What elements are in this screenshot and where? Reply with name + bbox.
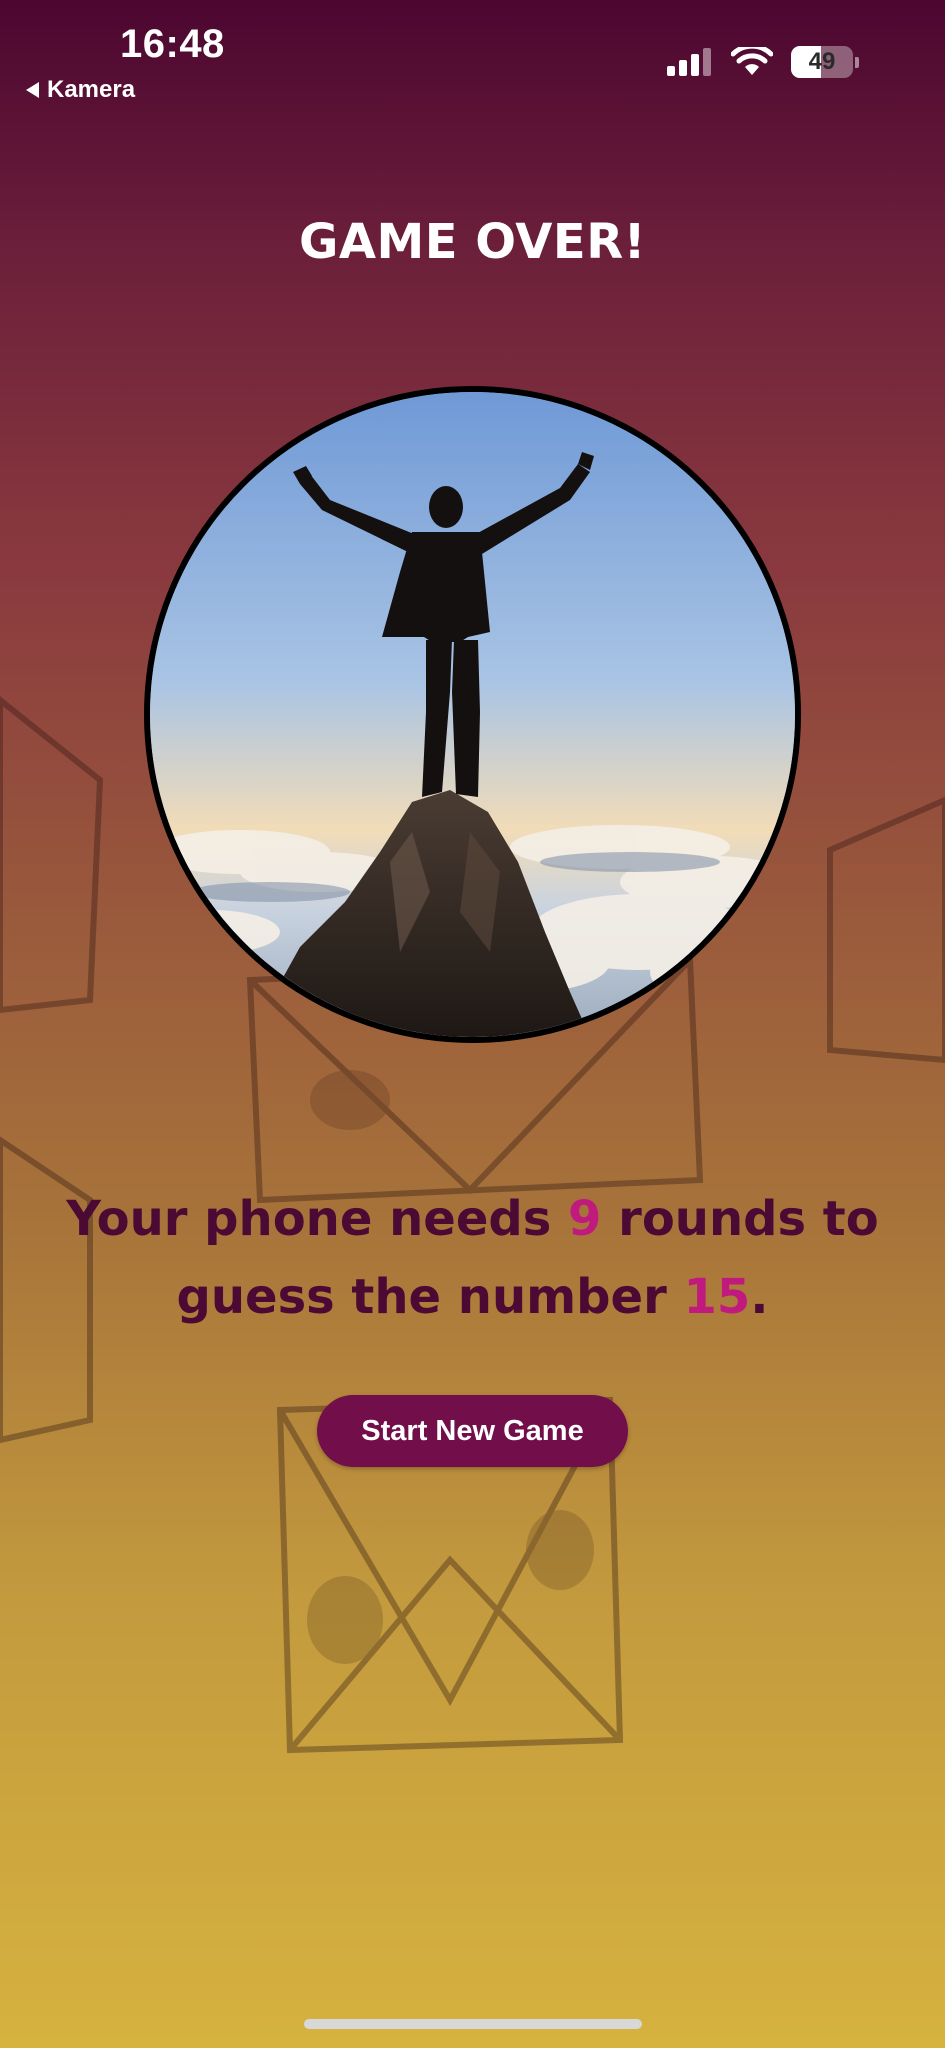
target-number: 15 (683, 1269, 751, 1325)
summit-silhouette-illustration (150, 392, 795, 1037)
battery-cap (855, 56, 859, 68)
back-arrow-icon (26, 82, 39, 98)
status-bar-indicators: 49 (667, 46, 859, 78)
status-bar-time: 16:48 (120, 22, 225, 66)
back-link-label: Kamera (47, 76, 136, 103)
summary-suffix: . (750, 1269, 769, 1325)
game-over-screen: 16:48 Kamera 49 GAME OVER! Your phone ne… (0, 0, 945, 2048)
game-over-title: GAME OVER! (298, 214, 647, 270)
game-summary-text: Your phone needs 9 rounds to guess the n… (40, 1180, 905, 1336)
home-indicator[interactable] (304, 2019, 642, 2029)
rounds-count: 9 (568, 1191, 602, 1247)
summary-prefix: Your phone needs (66, 1191, 569, 1247)
wifi-icon (731, 47, 773, 75)
back-to-app-link[interactable]: Kamera (26, 76, 135, 104)
battery-icon: 49 (791, 46, 853, 78)
battery-level-text: 49 (808, 48, 836, 75)
start-new-game-button[interactable]: Start New Game (317, 1395, 628, 1467)
victory-image (144, 386, 801, 1043)
cellular-signal-icon (667, 48, 711, 76)
